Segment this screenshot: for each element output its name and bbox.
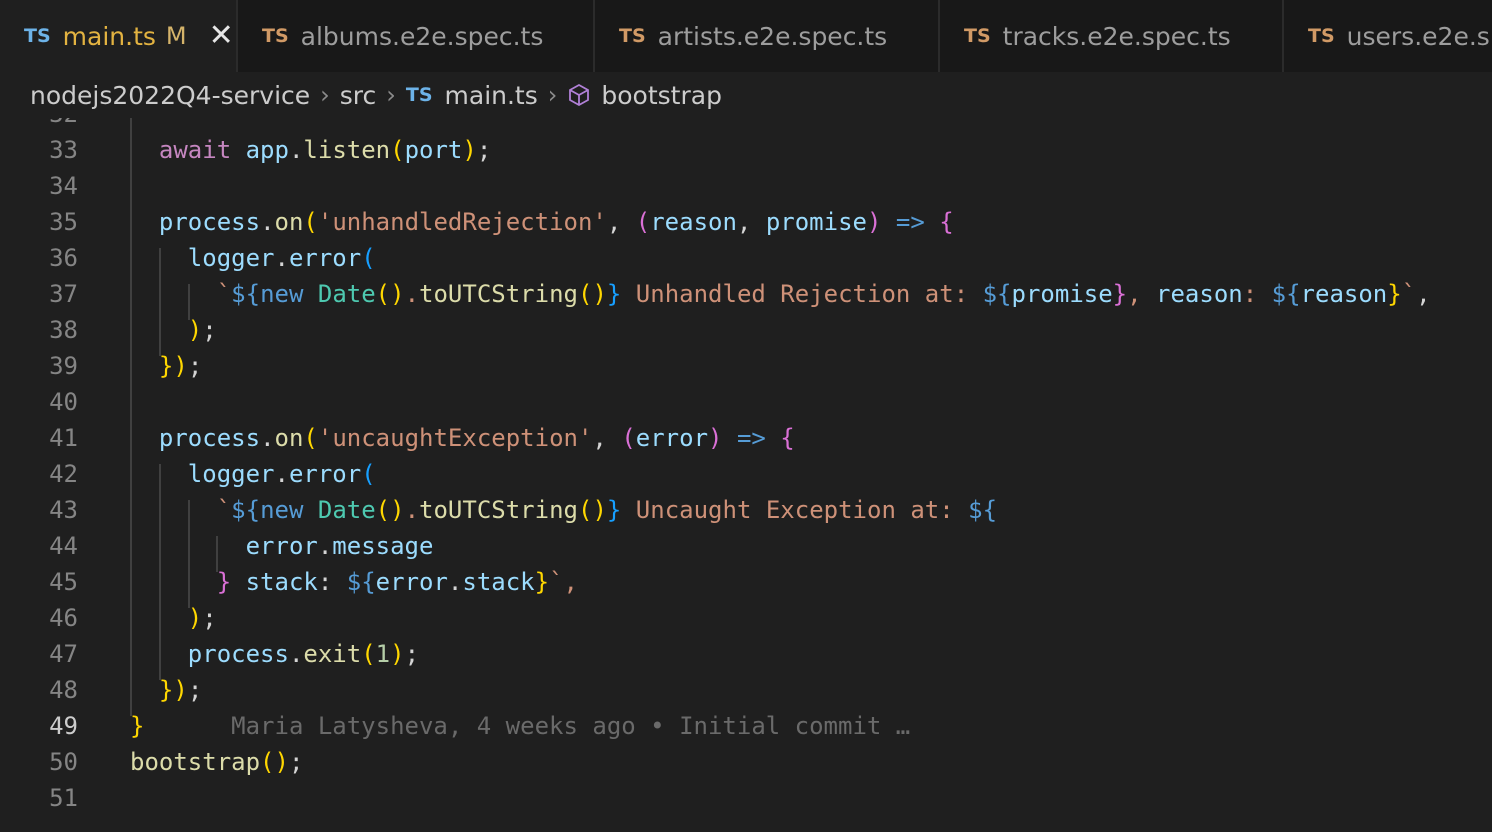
indent-guide <box>188 500 190 608</box>
line-number: 40 <box>49 388 78 416</box>
typescript-file-icon: TS <box>619 25 646 47</box>
indent-guide <box>159 248 161 356</box>
tab-label: main.ts <box>62 21 156 51</box>
code-text: logger.error( <box>187 460 376 488</box>
code-line[interactable]: 51 <box>0 780 1492 816</box>
code-line[interactable]: 41 process.on('uncaughtException', (erro… <box>0 420 1492 456</box>
code-text: logger.error( <box>187 244 376 272</box>
line-number: 38 <box>49 316 78 344</box>
line-number: 50 <box>49 748 78 776</box>
code-text: await app.listen(port); <box>158 136 492 164</box>
tab-label: tracks.e2e.spec.ts <box>1002 21 1231 51</box>
line-number: 46 <box>49 604 78 632</box>
line-number: 35 <box>49 208 78 236</box>
breadcrumb-folder[interactable]: src <box>340 81 377 110</box>
chevron-right-icon: › <box>386 81 396 109</box>
line-number: 44 <box>49 532 78 560</box>
code-line[interactable]: 38 ); <box>0 312 1492 348</box>
tab-tracks-e2e-spec[interactable]: TS tracks.e2e.spec.ts <box>940 0 1284 72</box>
line-number: 33 <box>49 136 78 164</box>
git-blame-annotation: Maria Latysheva, 4 weeks ago • Initial c… <box>231 712 911 740</box>
indent-guide <box>188 284 190 320</box>
code-line[interactable]: 42 logger.error( <box>0 456 1492 492</box>
code-line[interactable]: 44 error.message <box>0 528 1492 564</box>
code-line[interactable]: 33 await app.listen(port); <box>0 132 1492 168</box>
code-text: error.message <box>245 532 434 560</box>
code-line[interactable]: 47 process.exit(1); <box>0 636 1492 672</box>
code-line[interactable]: 43 `${new Date().toUTCString()} Uncaught… <box>0 492 1492 528</box>
code-line[interactable]: 45 } stack: ${error.stack}`, <box>0 564 1492 600</box>
breadcrumb-project[interactable]: nodejs2022Q4-service <box>30 81 310 110</box>
code-editor[interactable]: 3233 await app.listen(port);3435 process… <box>0 118 1492 832</box>
line-number: 32 <box>0 118 78 132</box>
symbol-method-icon <box>567 83 591 107</box>
chevron-right-icon: › <box>320 81 330 109</box>
line-number: 43 <box>49 496 78 524</box>
line-number: 37 <box>49 280 78 308</box>
code-line[interactable]: 46 ); <box>0 600 1492 636</box>
tab-bar: TS main.ts M ✕ TS albums.e2e.spec.ts TS … <box>0 0 1492 72</box>
line-number: 49 <box>49 712 78 740</box>
indent-guide <box>216 536 218 572</box>
line-number: 36 <box>49 244 78 272</box>
code-text: `${new Date().toUTCString()} Unhandled R… <box>216 280 1431 308</box>
typescript-file-icon: TS <box>262 25 289 47</box>
breadcrumb-file[interactable]: main.ts <box>445 81 538 110</box>
code-line[interactable]: 40 <box>0 384 1492 420</box>
code-text: } stack: ${error.stack}`, <box>216 568 578 596</box>
tab-main-ts[interactable]: TS main.ts M ✕ <box>0 0 238 72</box>
code-text: }); <box>158 352 203 380</box>
typescript-file-icon: TS <box>964 25 991 47</box>
line-number: 47 <box>49 640 78 668</box>
code-text: } <box>130 712 145 740</box>
code-text: }); <box>158 676 203 704</box>
line-number: 34 <box>49 172 78 200</box>
code-text: bootstrap(); <box>130 748 304 776</box>
tab-label: artists.e2e.spec.ts <box>657 21 888 51</box>
typescript-file-icon: TS <box>1308 25 1335 47</box>
code-line[interactable]: 50 bootstrap(); <box>0 744 1492 780</box>
code-text: process.on('uncaughtException', (error) … <box>158 424 795 452</box>
code-line[interactable]: 35 process.on('unhandledRejection', (rea… <box>0 204 1492 240</box>
indent-guide <box>130 118 132 716</box>
code-line[interactable]: 34 <box>0 168 1492 204</box>
line-number: 42 <box>49 460 78 488</box>
line-number: 48 <box>49 676 78 704</box>
tab-label: users.e2e.spec.ts <box>1346 21 1492 51</box>
code-line[interactable]: 32 <box>0 118 1492 132</box>
line-number: 39 <box>49 352 78 380</box>
chevron-right-icon: › <box>547 81 558 109</box>
line-number: 45 <box>49 568 78 596</box>
code-line[interactable]: 36 logger.error( <box>0 240 1492 276</box>
code-line[interactable]: 39 }); <box>0 348 1492 384</box>
modified-indicator: M <box>165 22 187 50</box>
code-line[interactable]: 37 `${new Date().toUTCString()} Unhandle… <box>0 276 1492 312</box>
tab-albums-e2e-spec[interactable]: TS albums.e2e.spec.ts <box>238 0 595 72</box>
indent-guide <box>159 464 161 680</box>
line-number: 41 <box>49 424 78 452</box>
typescript-file-icon: TS <box>24 25 51 47</box>
tab-label: albums.e2e.spec.ts <box>300 21 544 51</box>
close-icon[interactable]: ✕ <box>209 21 234 51</box>
code-line[interactable]: 49} Maria Latysheva, 4 weeks ago • Initia… <box>0 708 1492 744</box>
code-text: process.exit(1); <box>187 640 420 668</box>
breadcrumb: nodejs2022Q4-service › src › TS main.ts … <box>0 72 1492 118</box>
tab-users-e2e-spec[interactable]: TS users.e2e.spec.ts <box>1284 0 1492 72</box>
code-text: ); <box>187 604 217 632</box>
typescript-file-icon: TS <box>405 84 433 106</box>
line-number: 51 <box>49 784 78 812</box>
code-text: `${new Date().toUTCString()} Uncaught Ex… <box>216 496 998 524</box>
breadcrumb-symbol[interactable]: bootstrap <box>601 81 722 110</box>
code-text: process.on('unhandledRejection', (reason… <box>158 208 954 236</box>
code-line[interactable]: 48 }); <box>0 672 1492 708</box>
code-text: ); <box>187 316 217 344</box>
tab-artists-e2e-spec[interactable]: TS artists.e2e.spec.ts <box>595 0 940 72</box>
